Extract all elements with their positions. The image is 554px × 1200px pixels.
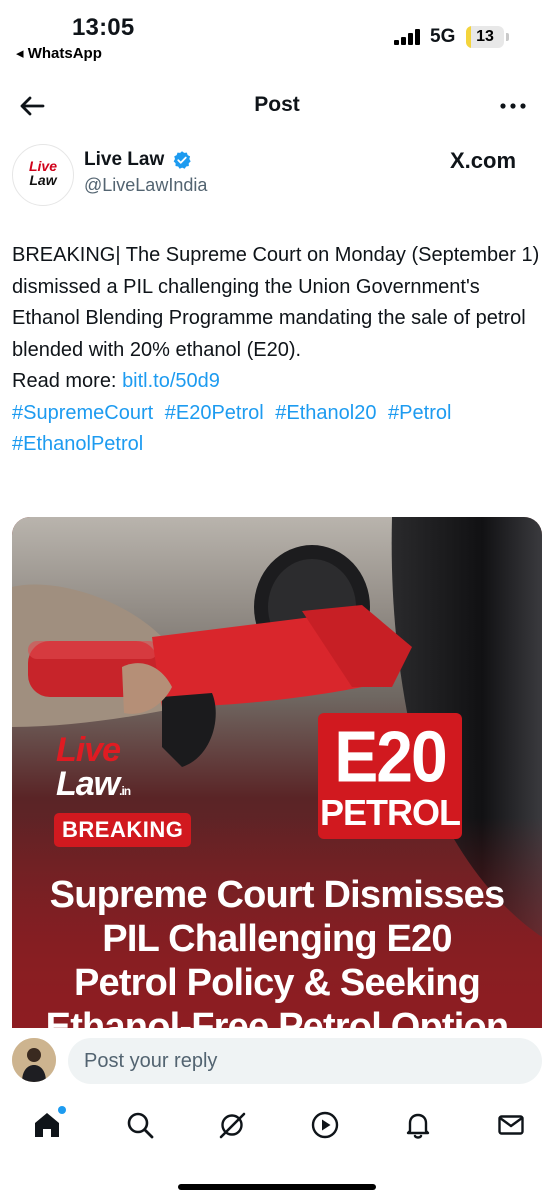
headline-line: Ethanol-Free Petrol Option [45,1006,509,1028]
hashtag[interactable]: #E20Petrol [165,402,264,424]
author-avatar[interactable]: Live Law [12,144,74,206]
post-body: BREAKING| The Supreme Court on Monday (S… [12,240,542,461]
battery-icon: 13 [466,26,504,48]
read-more-link[interactable]: bitl.to/50d9 [122,370,220,392]
livelaw-logo: Live Law.in [56,731,131,803]
image-headline: Supreme Court Dismisses PIL Challenging … [12,873,542,1028]
battery-nub [506,33,509,41]
status-time: 13:05 [72,14,135,41]
nav-search[interactable] [117,1100,161,1150]
read-more-label: Read more: [12,370,123,392]
logo-line-2: Law [56,765,120,803]
nav-grok[interactable] [209,1100,253,1150]
author-handle[interactable]: @LiveLawIndia [84,175,207,196]
search-icon [127,1112,154,1139]
badge-main: E20 [334,715,447,797]
badge-sub: PETROL [319,792,461,833]
bottom-nav [0,1100,554,1150]
headline-line: Petrol Policy & Seeking [73,962,481,1004]
hashtag[interactable]: #EthanolPetrol [12,433,143,455]
headline-line: Supreme Court Dismisses [49,874,505,916]
user-avatar-image [12,1038,56,1082]
back-to-whatsapp-link[interactable]: ◂ WhatsApp [16,44,102,62]
battery-level: 13 [476,28,494,45]
hashtag[interactable]: #SupremeCourt [12,402,153,424]
avatar-logo-line-2: Law [29,172,57,188]
nav-notifications[interactable] [395,1100,439,1150]
hashtag[interactable]: #Petrol [388,402,451,424]
play-icon [311,1111,339,1139]
headline-line: PIL Challenging E20 [102,918,452,960]
notification-dot [58,1106,66,1114]
verified-badge-icon [173,151,191,169]
grok-icon [219,1112,246,1139]
status-bar: 13:05 ◂ WhatsApp 5G 13 [0,0,554,70]
post-header: Post [0,80,554,130]
nav-home[interactable] [24,1100,68,1150]
avatar-logo-line-1: Live [28,158,57,174]
more-options-button[interactable] [496,94,530,118]
home-indicator[interactable] [178,1184,376,1190]
page-title: Post [254,93,300,116]
e20-badge: E20 PETROL [318,713,462,839]
home-icon [35,1113,59,1137]
hashtag-list: #SupremeCourt #E20Petrol #Ethanol20 #Pet… [12,402,457,456]
mail-icon [498,1115,524,1135]
author-name[interactable]: Live Law [84,149,164,171]
logo-line-1: Live [56,731,121,769]
post-text: BREAKING| The Supreme Court on Monday (S… [12,244,540,361]
source-x-link[interactable]: X.com [450,148,516,174]
more-horizontal-icon [500,103,526,109]
nav-video[interactable] [302,1100,346,1150]
post-image[interactable]: Live Law.in E20 PETROL BREAKING Supreme … [12,517,542,1028]
reply-input[interactable] [68,1038,542,1084]
user-avatar[interactable] [12,1038,56,1082]
hashtag[interactable]: #Ethanol20 [275,402,376,424]
bell-icon [406,1113,430,1139]
network-type: 5G [430,26,456,47]
logo-suffix: .in [119,784,131,798]
breaking-tag: BREAKING [54,813,192,847]
signal-icon [394,29,424,45]
nav-messages[interactable] [488,1100,532,1150]
